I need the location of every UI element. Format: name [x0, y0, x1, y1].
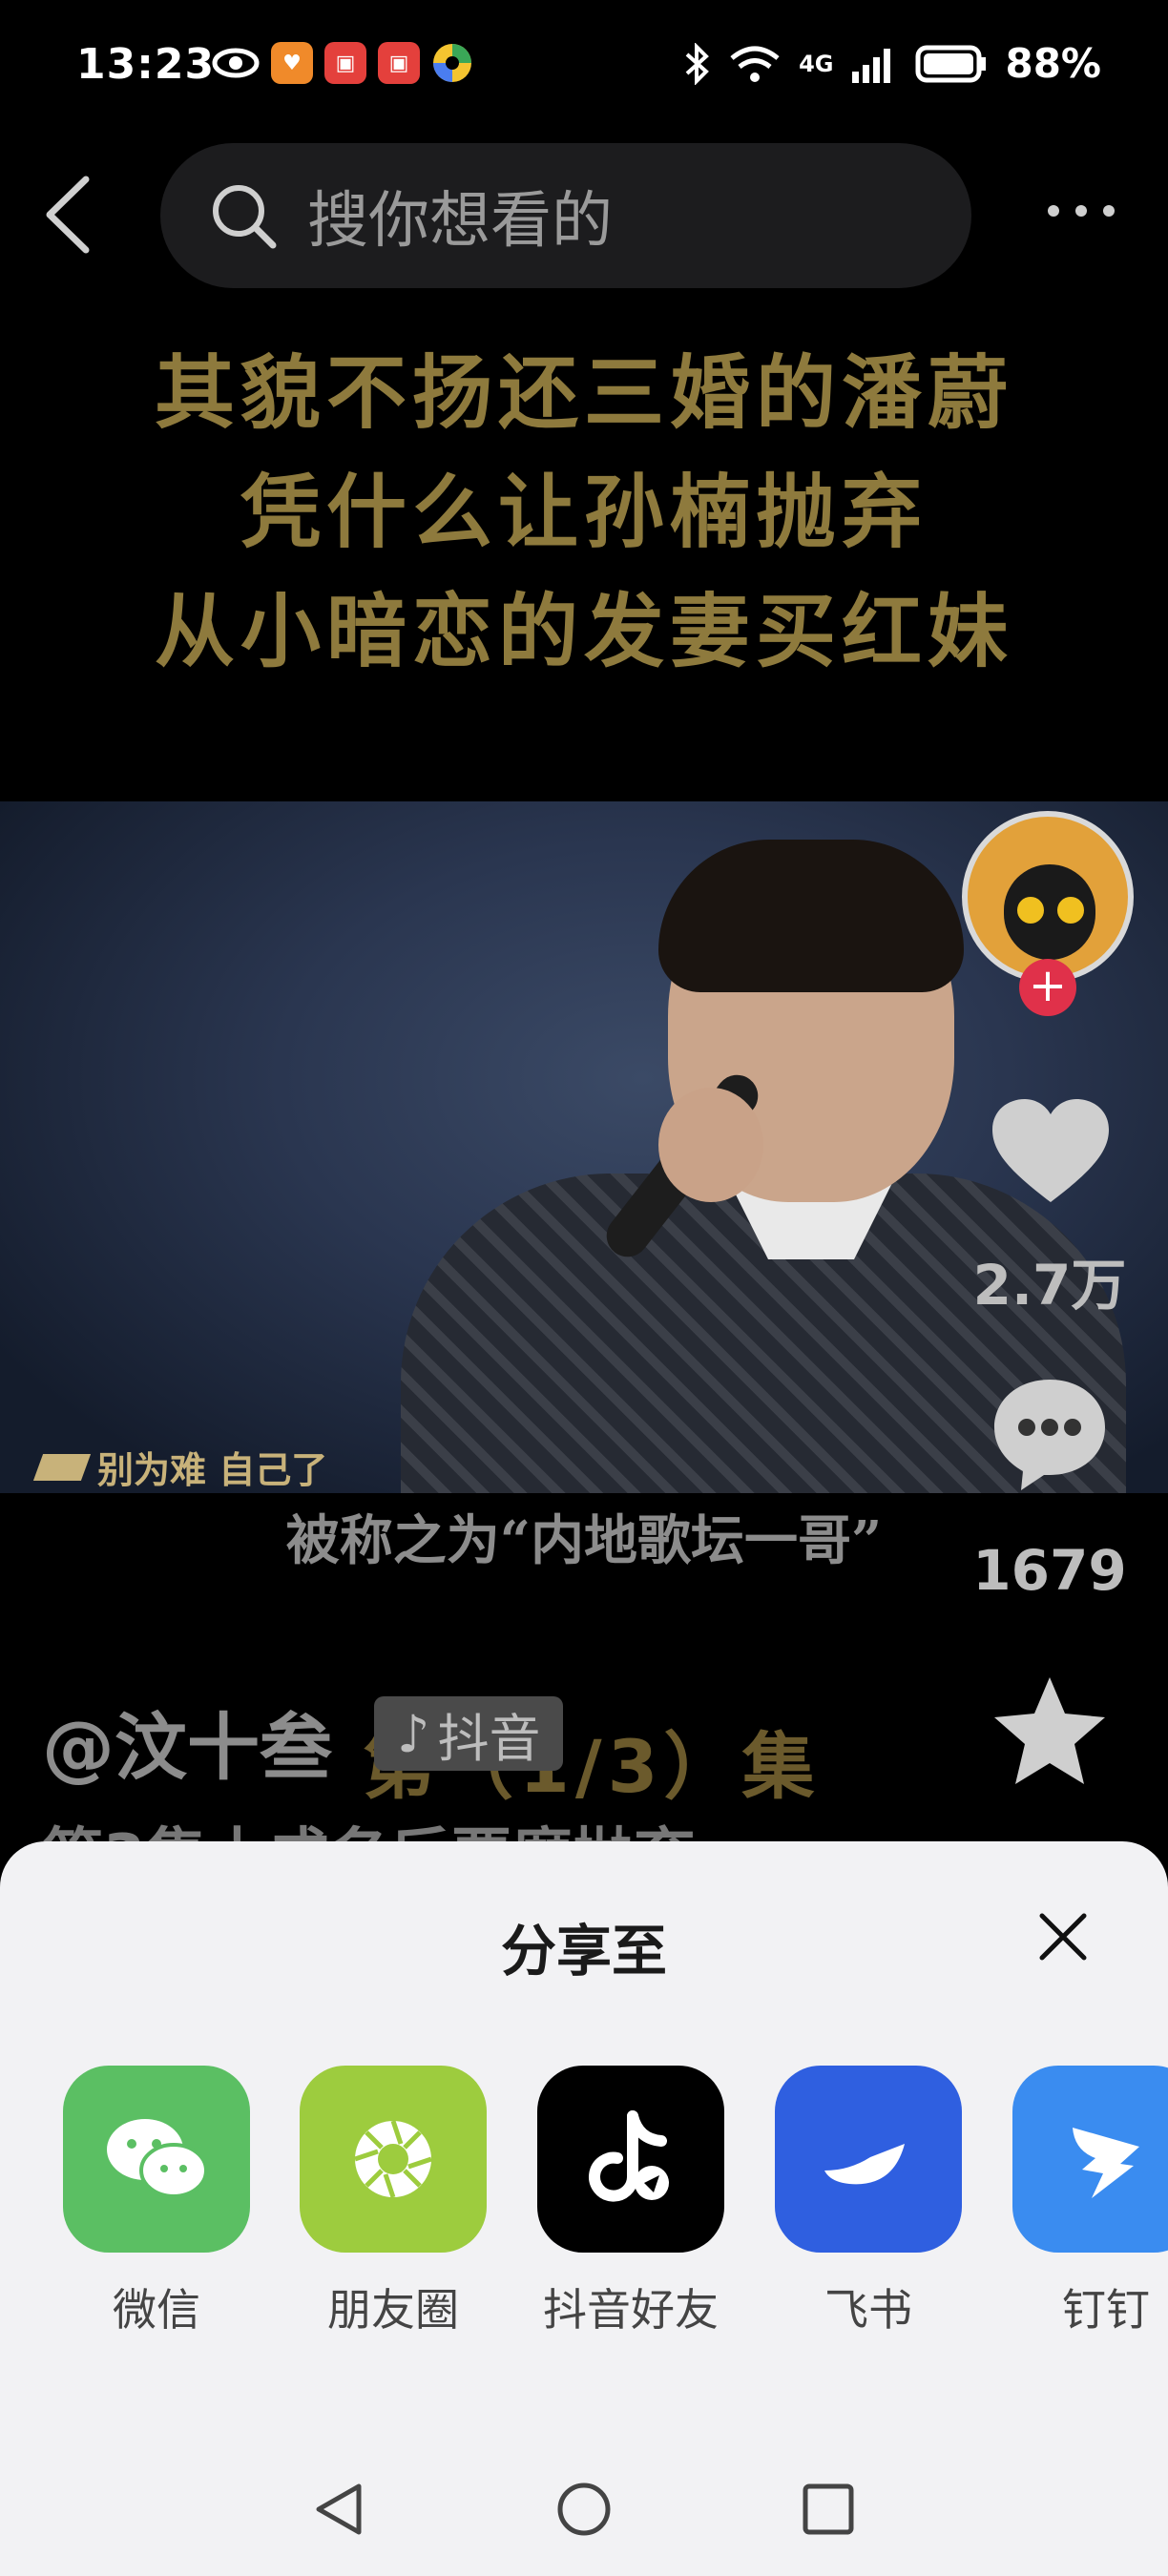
redpacket-app-icon-2: ▣ — [378, 42, 420, 84]
share-label-wechat: 微信 — [113, 2284, 200, 2336]
search-input[interactable]: 搜你想看的 — [160, 143, 971, 288]
comment-count: 1679 — [972, 1538, 1127, 1603]
search-placeholder: 搜你想看的 — [307, 186, 613, 257]
cat-avatar-icon — [1004, 864, 1095, 960]
douyin-icon — [537, 2066, 724, 2253]
follow-button[interactable]: + — [1019, 959, 1076, 1016]
caption-tag-icon — [32, 1453, 92, 1481]
more-options-button[interactable] — [1048, 205, 1115, 226]
share-target-douyin-friends[interactable]: 抖音好友 — [537, 2066, 724, 2338]
bluetooth-icon — [685, 42, 709, 85]
search-icon — [213, 185, 277, 249]
signal-icon — [852, 48, 891, 83]
author-name[interactable]: @汶十叁 — [42, 1689, 332, 1794]
battery-icon — [915, 45, 987, 82]
singer-hair — [658, 840, 964, 992]
video-caption-text: 别为难 自己了 — [97, 1449, 328, 1491]
author-avatar[interactable] — [962, 811, 1134, 983]
video-title-line-1: 其貌不扬还三婚的潘蔚 — [154, 346, 1013, 440]
share-target-feishu[interactable]: 飞书 — [775, 2066, 962, 2338]
share-label-douyin-friends: 抖音好友 — [543, 2284, 719, 2336]
redpacket-app-icon: ▣ — [324, 42, 366, 84]
share-target-moments[interactable]: 朋友圈 — [300, 2066, 487, 2338]
nav-recents-icon[interactable] — [800, 2481, 857, 2538]
like-icon[interactable] — [989, 1095, 1113, 1210]
singer-hand — [658, 1088, 763, 1202]
share-target-dingtalk[interactable]: 钉钉 — [1012, 2066, 1168, 2338]
share-label-feishu: 飞书 — [824, 2284, 912, 2336]
battery-percent: 88% — [1005, 40, 1101, 87]
video-caption: 别为难 自己了 — [32, 1441, 328, 1493]
douyin-note-icon: ♪ — [397, 1703, 430, 1764]
share-target-wechat[interactable]: 微信 — [63, 2066, 250, 2338]
back-button[interactable] — [38, 172, 95, 258]
cat-eye-right — [1053, 893, 1088, 927]
network-type: 4G — [799, 50, 834, 77]
video-title-line-2: 凭什么让孙楠抛弃 — [240, 466, 928, 559]
share-sheet-title: 分享至 — [500, 1919, 667, 1984]
comment-icon[interactable] — [989, 1374, 1111, 1496]
nav-back-icon[interactable] — [311, 2481, 368, 2538]
wifi-icon — [730, 46, 780, 82]
wechat-icon — [63, 2066, 250, 2253]
nav-home-icon[interactable] — [555, 2481, 613, 2538]
like-count: 2.7万 — [972, 1253, 1127, 1318]
share-label-dingtalk: 钉钉 — [1062, 2284, 1150, 2336]
heart-app-icon: ♥ — [271, 42, 313, 84]
cat-eye-left — [1013, 893, 1048, 927]
share-label-moments: 朋友圈 — [327, 2284, 459, 2336]
video-title-line-3: 从小暗恋的发妻买红妹 — [154, 585, 1013, 678]
dingtalk-icon — [1012, 2066, 1168, 2253]
status-right: 4G 88% — [682, 40, 1101, 87]
close-icon[interactable] — [1036, 1910, 1090, 1963]
feishu-icon — [775, 2066, 962, 2253]
status-app-icons: ♥ ▣ ▣ — [212, 42, 473, 84]
platform-label: 抖音 — [437, 1708, 541, 1769]
share-sheet: 分享至 微信 朋友圈 抖音好友 飞书 钉钉 — [0, 1841, 1168, 2576]
eye-icon — [212, 48, 260, 78]
colorwheel-app-icon — [433, 44, 471, 82]
status-time: 13:23 — [76, 40, 216, 89]
system-nav-bar — [0, 2481, 1168, 2576]
platform-tag: ♪ 抖音 — [374, 1696, 564, 1771]
favorite-star-icon[interactable] — [989, 1672, 1111, 1794]
moments-icon — [300, 2066, 487, 2253]
